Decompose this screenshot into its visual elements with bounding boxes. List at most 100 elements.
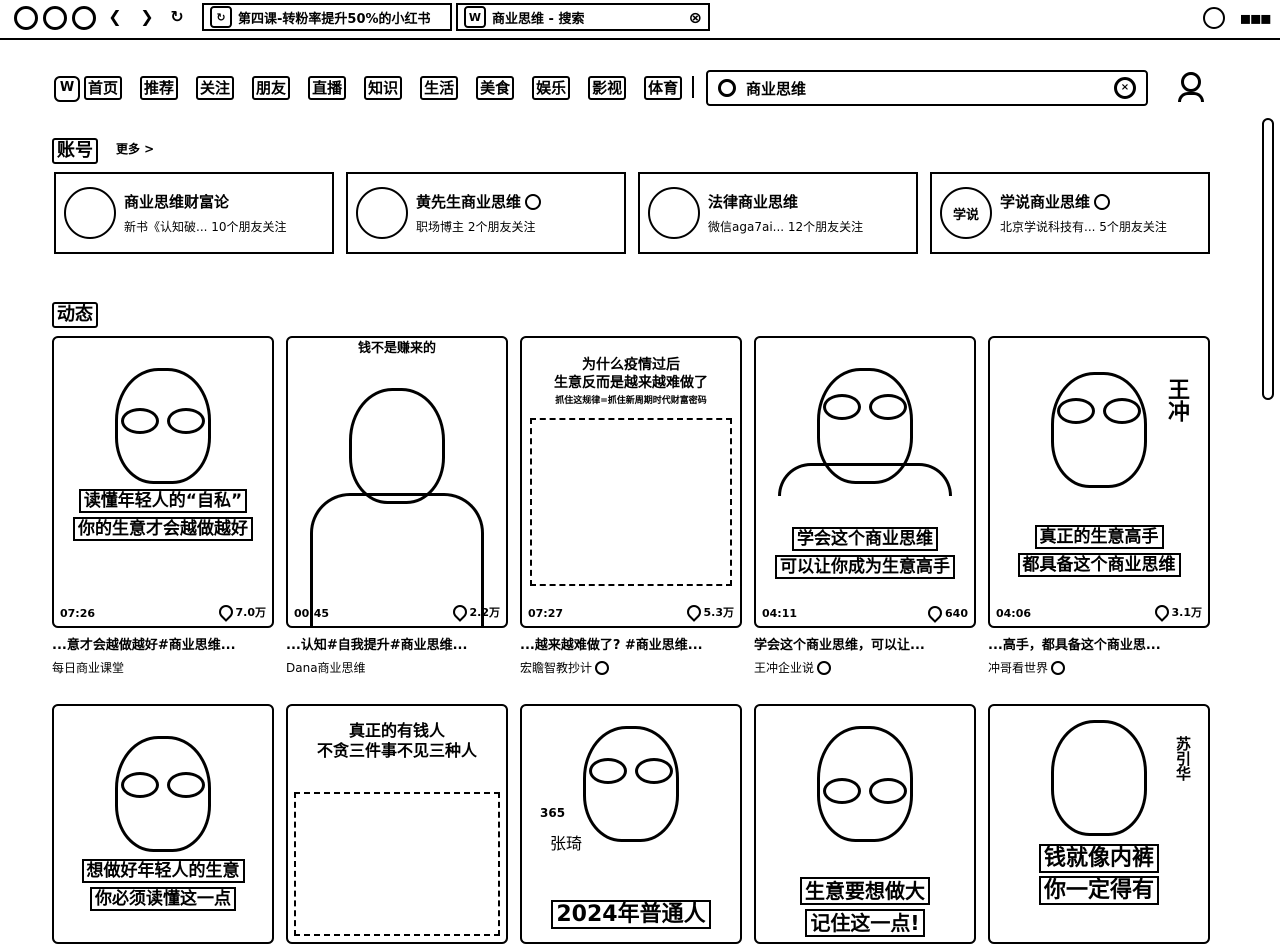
like-count: 2.2万 xyxy=(449,602,500,622)
video-caption[interactable]: ...越来越难做了? #商业思维... xyxy=(520,634,742,653)
video-card[interactable]: 生意要想做大 记住这一点! xyxy=(754,704,976,944)
nav-item-sports[interactable]: 体育 xyxy=(644,76,683,100)
nav-item-food[interactable]: 美食 xyxy=(476,76,515,100)
nav-item-life[interactable]: 生活 xyxy=(420,76,459,100)
author-name[interactable]: Dana商业思维 xyxy=(286,659,366,676)
browser-chrome: ❮ ❯ ↻ ↻ 第四课-转粉率提升50%的小红书 W 商业思维 - 搜索 ⊗ ▪… xyxy=(0,0,1280,40)
avatar xyxy=(648,187,700,239)
globe-icon[interactable] xyxy=(1203,7,1226,29)
video-thumbnail[interactable]: 为什么疫情过后 生意反而是越来越难做了 抓住这规律=抓住新周期时代财富密码 07… xyxy=(520,336,742,628)
tab-search[interactable]: W 商业思维 - 搜索 ⊗ xyxy=(456,3,710,31)
tab-course[interactable]: ↻ 第四课-转粉率提升50%的小红书 xyxy=(202,3,452,31)
nav-divider xyxy=(692,76,694,98)
street-scene-image xyxy=(530,418,732,586)
person-body-graphic xyxy=(777,463,953,496)
glasses-graphic xyxy=(121,408,205,434)
video-card[interactable]: 真正的有钱人 不贪三件事不见三种人 xyxy=(286,704,508,944)
video-thumbnail[interactable]: 读懂年轻人的“自私” 你的生意才会越做越好 07:26 7.0万 xyxy=(52,336,274,628)
account-meta: 微信aga7ai... 12个朋友关注 xyxy=(708,220,864,234)
video-thumbnail[interactable]: 王冲 真正的生意高手 都具备这个商业思维 04:06 3.1万 xyxy=(988,336,1210,628)
reload-icon[interactable]: ↻ xyxy=(166,6,188,28)
video-thumbnail[interactable]: 365 张琦 2024年普通人 xyxy=(520,704,742,944)
author-name[interactable]: 宏瞻智教抄计 xyxy=(520,659,592,676)
video-caption[interactable]: ...意才会越做越好#商业思维... xyxy=(52,634,274,653)
overlay-text: 张琦 xyxy=(550,834,583,853)
close-tab-icon[interactable]: ⊗ xyxy=(689,8,702,27)
account-card[interactable]: 黄先生商业思维 职场博主 2个朋友关注 xyxy=(346,172,626,254)
video-card[interactable]: 学会这个商业思维 可以让你成为生意高手 04:11 640 学会这个商业思维，可… xyxy=(754,336,976,676)
more-menu-icon[interactable]: ▪▪▪ xyxy=(1239,8,1272,29)
search-icon[interactable] xyxy=(718,79,736,97)
heart-icon xyxy=(683,602,704,622)
nav-item-film[interactable]: 影视 xyxy=(588,76,627,100)
author-name[interactable]: 冲哥看世界 xyxy=(988,659,1048,676)
like-count: 7.0万 xyxy=(215,602,266,622)
account-card[interactable]: 法律商业思维 微信aga7ai... 12个朋友关注 xyxy=(638,172,918,254)
forward-icon[interactable]: ❯ xyxy=(136,6,158,28)
nav-item-knowledge[interactable]: 知识 xyxy=(364,76,403,100)
minimize-window-button[interactable] xyxy=(43,6,67,30)
account-name: 商业思维财富论 xyxy=(124,193,230,211)
overlay-text: 你必须读懂这一点 xyxy=(90,887,236,911)
search-input[interactable]: 商业思维 xyxy=(746,78,806,99)
accounts-heading: 账号 xyxy=(52,138,98,164)
overlay-text: 为什么疫情过后 xyxy=(582,357,680,373)
video-card[interactable]: 钱不是赚来的 00:45 2.2万 ...认知#自我提升#商业思维... Dan… xyxy=(286,336,508,676)
app-logo-icon[interactable]: W xyxy=(54,76,80,102)
overlay-text: 钱不是赚来的 xyxy=(357,341,436,356)
video-duration: 07:26 xyxy=(60,607,96,620)
feed-heading: 动态 xyxy=(52,302,98,328)
overlay-text: 生意要想做大 xyxy=(800,877,930,905)
back-icon[interactable]: ❮ xyxy=(104,6,126,28)
nav-item-recommend[interactable]: 推荐 xyxy=(140,76,179,100)
video-caption[interactable]: ...认知#自我提升#商业思维... xyxy=(286,634,508,653)
video-card[interactable]: 读懂年轻人的“自私” 你的生意才会越做越好 07:26 7.0万 ...意才会越… xyxy=(52,336,274,676)
nav-item-follow[interactable]: 关注 xyxy=(196,76,235,100)
glasses-graphic xyxy=(823,394,907,420)
video-card[interactable]: 苏引华 钱就像内裤 你一定得有 xyxy=(988,704,1210,944)
like-count: 640 xyxy=(925,603,968,623)
account-meta: 职场博主 2个朋友关注 xyxy=(416,220,536,234)
video-duration: 04:06 xyxy=(996,607,1032,620)
avatar xyxy=(64,187,116,239)
video-thumbnail[interactable]: 钱不是赚来的 00:45 2.2万 xyxy=(286,336,508,628)
more-accounts-link[interactable]: 更多 > xyxy=(116,140,154,157)
video-thumbnail[interactable]: 想做好年轻人的生意 你必须读懂这一点 xyxy=(52,704,274,944)
avatar xyxy=(356,187,408,239)
nav-item-entertainment[interactable]: 娱乐 xyxy=(532,76,571,100)
account-name: 黄先生商业思维 xyxy=(416,193,522,211)
video-thumbnail[interactable]: 苏引华 钱就像内裤 你一定得有 xyxy=(988,704,1210,944)
nav-item-home[interactable]: 首页 xyxy=(84,76,123,100)
window-controls xyxy=(14,6,96,30)
clear-search-icon[interactable]: × xyxy=(1114,77,1136,99)
search-box[interactable]: 商业思维 × xyxy=(706,70,1148,106)
video-thumbnail[interactable]: 生意要想做大 记住这一点! xyxy=(754,704,976,944)
account-name: 法律商业思维 xyxy=(708,193,799,211)
author-name[interactable]: 王冲企业说 xyxy=(754,659,814,676)
close-window-button[interactable] xyxy=(14,6,38,30)
account-card[interactable]: 商业思维财富论 新书《认知破... 10个朋友关注 xyxy=(54,172,334,254)
avatar: 学说 xyxy=(940,187,992,239)
video-caption[interactable]: ...高手，都具备这个商业思... xyxy=(988,634,1210,653)
video-caption[interactable]: 学会这个商业思维，可以让... xyxy=(754,634,976,653)
nav-item-friends[interactable]: 朋友 xyxy=(252,76,291,100)
overlay-text: 你一定得有 xyxy=(1038,876,1159,905)
video-card[interactable]: 为什么疫情过后 生意反而是越来越难做了 抓住这规律=抓住新周期时代财富密码 07… xyxy=(520,336,742,676)
verified-badge-icon xyxy=(595,660,610,675)
account-meta: 北京学说科技有... 5个朋友关注 xyxy=(1000,220,1167,234)
account-card[interactable]: 学说 学说商业思维 北京学说科技有... 5个朋友关注 xyxy=(930,172,1210,254)
nav-item-live[interactable]: 直播 xyxy=(308,76,347,100)
video-duration: 04:11 xyxy=(762,607,798,620)
video-card[interactable]: 365 张琦 2024年普通人 xyxy=(520,704,742,944)
maximize-window-button[interactable] xyxy=(72,6,96,30)
video-thumbnail[interactable]: 真正的有钱人 不贪三件事不见三种人 xyxy=(286,704,508,944)
video-card[interactable]: 王冲 真正的生意高手 都具备这个商业思维 04:06 3.1万 ...高手，都具… xyxy=(988,336,1210,676)
overlay-text: 学会这个商业思维 xyxy=(792,527,938,551)
scrollbar-thumb[interactable] xyxy=(1262,118,1274,400)
video-duration: 00:45 xyxy=(294,607,330,620)
video-card[interactable]: 想做好年轻人的生意 你必须读懂这一点 xyxy=(52,704,274,944)
user-icon[interactable] xyxy=(1178,72,1204,102)
author-name[interactable]: 每日商业课堂 xyxy=(52,659,124,676)
video-thumbnail[interactable]: 学会这个商业思维 可以让你成为生意高手 04:11 640 xyxy=(754,336,976,628)
verified-badge-icon xyxy=(1094,193,1111,210)
